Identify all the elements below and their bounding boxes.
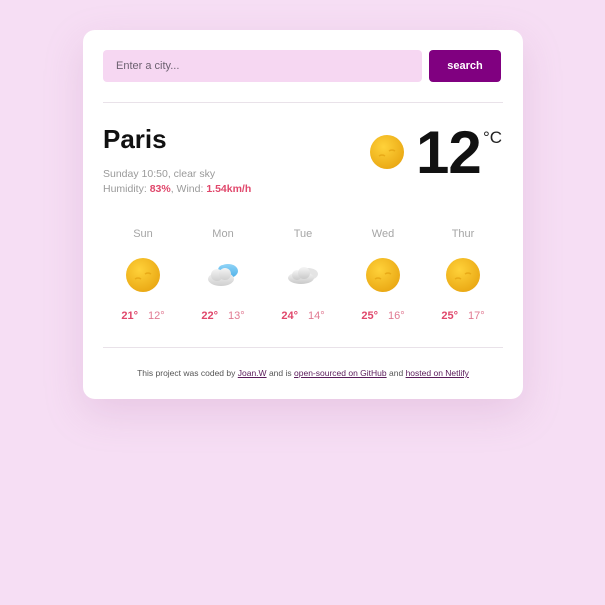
day-name: Thur [451,228,475,240]
day-name: Tue [293,228,313,240]
temp-min: 16° [388,310,405,322]
divider [103,102,503,103]
humidity-value: 83% [149,183,171,195]
date-time: Sunday 10:50 [103,168,168,180]
day-temps: 25° 17° [423,310,503,323]
temp-max: 25° [361,310,378,322]
forecast-day: Mon 22° 13° [183,227,263,323]
day-name: Mon [212,228,234,240]
netlify-link[interactable]: hosted on Netlify [406,368,469,378]
temp-max: 24° [281,310,298,322]
forecast-day: Tue 24° 14° [263,227,343,323]
temp-min: 12° [148,310,165,322]
sun-icon [365,257,401,293]
forecast-day: Sun 21° 12° [103,227,183,323]
weather-card: search Paris Sunday 10:50, clear sky Hum… [83,30,523,399]
temperature-unit: °C [483,128,503,147]
footer-text: and is [268,368,292,378]
sun-icon [369,134,405,170]
day-temps: 22° 13° [183,310,263,323]
day-temps: 21° 12° [103,310,183,323]
day-temps: 25° 16° [343,310,423,323]
temp-min: 17° [468,310,485,322]
day-name: Wed [371,228,395,240]
temp-max: 22° [201,310,218,322]
date-description: Sunday 10:50, clear sky [103,168,216,180]
forecast: Sun 21° 12° Mon 22° 13° Tue 24° 14° Wed … [103,227,503,337]
search-button[interactable]: search [429,50,501,82]
sun-icon [445,257,481,293]
wind-label: Wind: [176,183,204,195]
cloud-rain-icon [205,257,241,293]
forecast-day: Thur 25° 17° [423,227,503,323]
footer-text: and [389,368,404,378]
sun-icon [125,257,161,293]
forecast-day: Wed 25° 16° [343,227,423,323]
temp-max: 21° [121,310,138,322]
current-temperature: 12 [416,119,482,186]
weather-description: clear sky [173,168,216,180]
footer-text: This project was coded by [137,368,236,378]
conditions: Humidity: 83%, Wind: 1.54km/h [103,183,252,195]
cloud-icon [285,257,321,293]
day-name: Sun [133,228,153,240]
footer: This project was coded by Joan.W and is … [83,368,523,378]
current-details: Sunday 10:50, clear sky Humidity: 83%, W… [103,167,251,197]
temp-min: 13° [228,310,245,322]
temp-max: 25° [441,310,458,322]
city-search-input[interactable] [103,50,422,82]
divider [103,347,503,348]
github-link[interactable]: open-sourced on GitHub [294,368,387,378]
city-name: Paris [103,124,167,154]
wind-value: 1.54km/h [206,183,252,195]
temp-min: 14° [308,310,325,322]
day-temps: 24° 14° [263,310,343,323]
search-form: search [103,50,501,82]
author-link[interactable]: Joan.W [238,368,267,378]
humidity-label: Humidity: [103,183,147,195]
